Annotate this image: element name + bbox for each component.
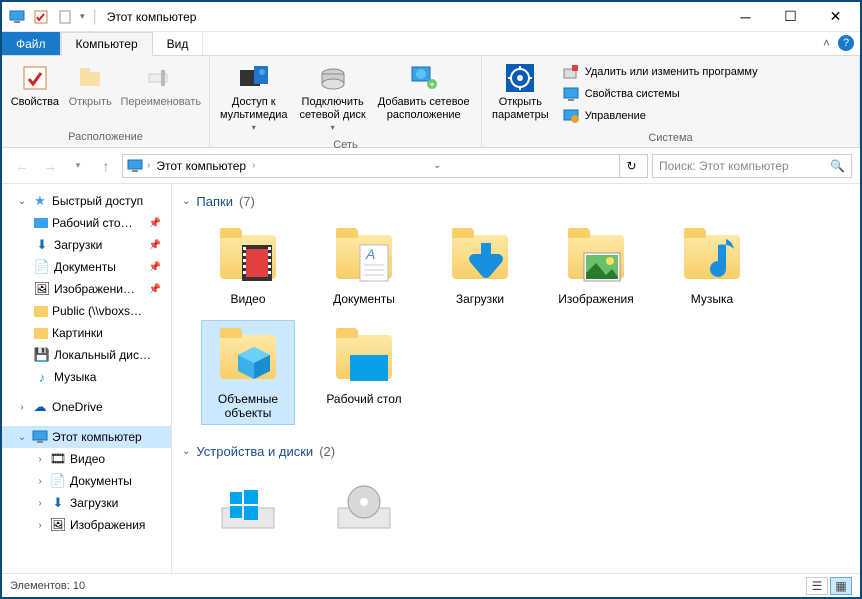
qat-properties-icon[interactable] (32, 8, 50, 26)
search-icon: 🔍 (830, 159, 845, 173)
window-title: Этот компьютер (107, 10, 197, 24)
pin-icon: 📌 (149, 240, 161, 251)
qat-separator: | (93, 8, 97, 26)
ribbon-group-network-label: Сеть (210, 137, 481, 153)
tree-pictures3[interactable]: ›🖼Изображения (20, 514, 171, 536)
qat-dropdown-icon[interactable]: ▾ (80, 11, 85, 22)
search-placeholder: Поиск: Этот компьютер (659, 159, 789, 173)
add-network-location-button[interactable]: + Добавить сетевое расположение (372, 60, 476, 124)
folder-label: Рабочий стол (326, 393, 401, 407)
address-field[interactable]: › Этот компьютер › ⌄ ↻ (122, 154, 648, 178)
nav-forward-button[interactable]: → (38, 154, 62, 178)
folder-item[interactable]: Загрузки (434, 221, 526, 311)
tree-this-pc[interactable]: ⌄Этот компьютер (2, 426, 171, 448)
ribbon-tabs: Файл Компьютер Вид ˄ ? (2, 32, 860, 56)
folder-icon (216, 325, 280, 389)
navigation-tree: ⌄★Быстрый доступ Рабочий сто…📌 ⬇Загрузки… (2, 184, 172, 575)
nav-recent-button[interactable]: ▾ (66, 154, 90, 178)
tree-pictures2[interactable]: Картинки (20, 322, 171, 344)
svg-text:+: + (429, 80, 435, 91)
system-properties-button[interactable]: Свойства системы (559, 84, 762, 104)
folder-item[interactable]: Видео (202, 221, 294, 311)
address-pc-icon (127, 159, 143, 173)
folder-label: Музыка (691, 293, 733, 307)
folder-item[interactable]: Рабочий стол (318, 321, 410, 425)
svg-text:A: A (365, 246, 375, 262)
tree-downloads[interactable]: ⬇Загрузки📌 (20, 234, 171, 256)
refresh-button[interactable]: ↻ (619, 155, 643, 177)
tab-file[interactable]: Файл (2, 32, 61, 55)
map-drive-button[interactable]: Подключить сетевой диск▾ (294, 60, 372, 135)
tree-local-disk[interactable]: 💾Локальный дис… (20, 344, 171, 366)
manage-button[interactable]: Управление (559, 106, 762, 126)
ribbon-collapse-icon[interactable]: ˄ (823, 36, 830, 50)
properties-button[interactable]: Свойства (6, 60, 64, 111)
tree-public[interactable]: Public (\\vboxs… (20, 300, 171, 322)
open-settings-button[interactable]: Открыть параметры (486, 60, 555, 124)
minimize-button[interactable]: ─ (723, 3, 768, 31)
drive-item[interactable] (202, 471, 294, 547)
app-icon (8, 8, 26, 26)
folder-item[interactable]: Изображения (550, 221, 642, 311)
address-bar: ← → ▾ ↑ › Этот компьютер › ⌄ ↻ Поиск: Эт… (2, 148, 860, 184)
chevron-down-icon: ⌄ (182, 446, 190, 457)
tree-pictures[interactable]: 🖼Изображени…📌 (20, 278, 171, 300)
folder-item[interactable]: Объемные объекты (202, 321, 294, 425)
folder-label: Видео (230, 293, 265, 307)
folder-label: Объемные объекты (206, 393, 290, 421)
qat-new-icon[interactable] (56, 8, 74, 26)
title-bar: ▾ | Этот компьютер ─ ☐ ✕ (2, 2, 860, 32)
tree-documents2[interactable]: ›📄Документы (20, 470, 171, 492)
tree-onedrive[interactable]: ›☁OneDrive (2, 396, 171, 418)
pin-icon: 📌 (149, 284, 161, 295)
maximize-button[interactable]: ☐ (768, 3, 813, 31)
chevron-down-icon: ⌄ (182, 196, 190, 207)
folder-label: Загрузки (456, 293, 504, 307)
address-dropdown-icon[interactable]: ⌄ (425, 155, 449, 177)
folder-icon (564, 225, 628, 289)
ribbon: Свойства Открыть Переименовать Расположе… (2, 56, 860, 148)
group-folders-header[interactable]: ⌄ Папки (7) (182, 188, 850, 215)
pin-icon: 📌 (149, 218, 161, 229)
help-icon[interactable]: ? (838, 35, 854, 51)
tree-downloads2[interactable]: ›⬇Загрузки (20, 492, 171, 514)
media-access-button[interactable]: Доступ к мультимедиа▾ (214, 60, 294, 135)
status-element-count: Элементов: 10 (10, 580, 85, 592)
folder-icon: A (332, 225, 396, 289)
tree-videos[interactable]: ›🎞Видео (20, 448, 171, 470)
folder-item[interactable]: A Документы (318, 221, 410, 311)
nav-up-button[interactable]: ↑ (94, 154, 118, 178)
open-button: Открыть (64, 60, 117, 111)
folder-icon (332, 325, 396, 389)
folder-icon (680, 225, 744, 289)
folder-label: Документы (333, 293, 395, 307)
tab-computer[interactable]: Компьютер (61, 32, 153, 56)
view-details-button[interactable]: ☰ (806, 577, 828, 595)
close-button[interactable]: ✕ (813, 3, 858, 31)
folder-icon (216, 225, 280, 289)
folder-label: Изображения (558, 293, 633, 307)
rename-button: Переименовать (117, 60, 205, 111)
tree-desktop[interactable]: Рабочий сто…📌 (20, 212, 171, 234)
tree-documents[interactable]: 📄Документы📌 (20, 256, 171, 278)
breadcrumb-root[interactable]: Этот компьютер (154, 159, 248, 173)
folder-item[interactable]: Музыка (666, 221, 758, 311)
tree-quick-access[interactable]: ⌄★Быстрый доступ (2, 190, 171, 212)
drive-item[interactable] (318, 471, 410, 547)
pin-icon: 📌 (149, 262, 161, 273)
ribbon-group-location-label: Расположение (2, 129, 209, 145)
search-field[interactable]: Поиск: Этот компьютер 🔍 (652, 154, 852, 178)
ribbon-group-system-label: Система (482, 130, 859, 146)
view-icons-button[interactable]: ▦ (830, 577, 852, 595)
status-bar: Элементов: 10 ☰ ▦ (2, 573, 860, 597)
nav-back-button[interactable]: ← (10, 154, 34, 178)
star-icon: ★ (32, 193, 48, 209)
tree-music[interactable]: ♪Музыка (20, 366, 171, 388)
tab-view[interactable]: Вид (153, 32, 204, 55)
uninstall-program-button[interactable]: Удалить или изменить программу (559, 62, 762, 82)
group-devices-header[interactable]: ⌄ Устройства и диски (2) (182, 438, 850, 465)
content-pane: ⌄ Папки (7) Видео A Документы Загрузки Изобр… (172, 184, 860, 575)
folder-icon (448, 225, 512, 289)
